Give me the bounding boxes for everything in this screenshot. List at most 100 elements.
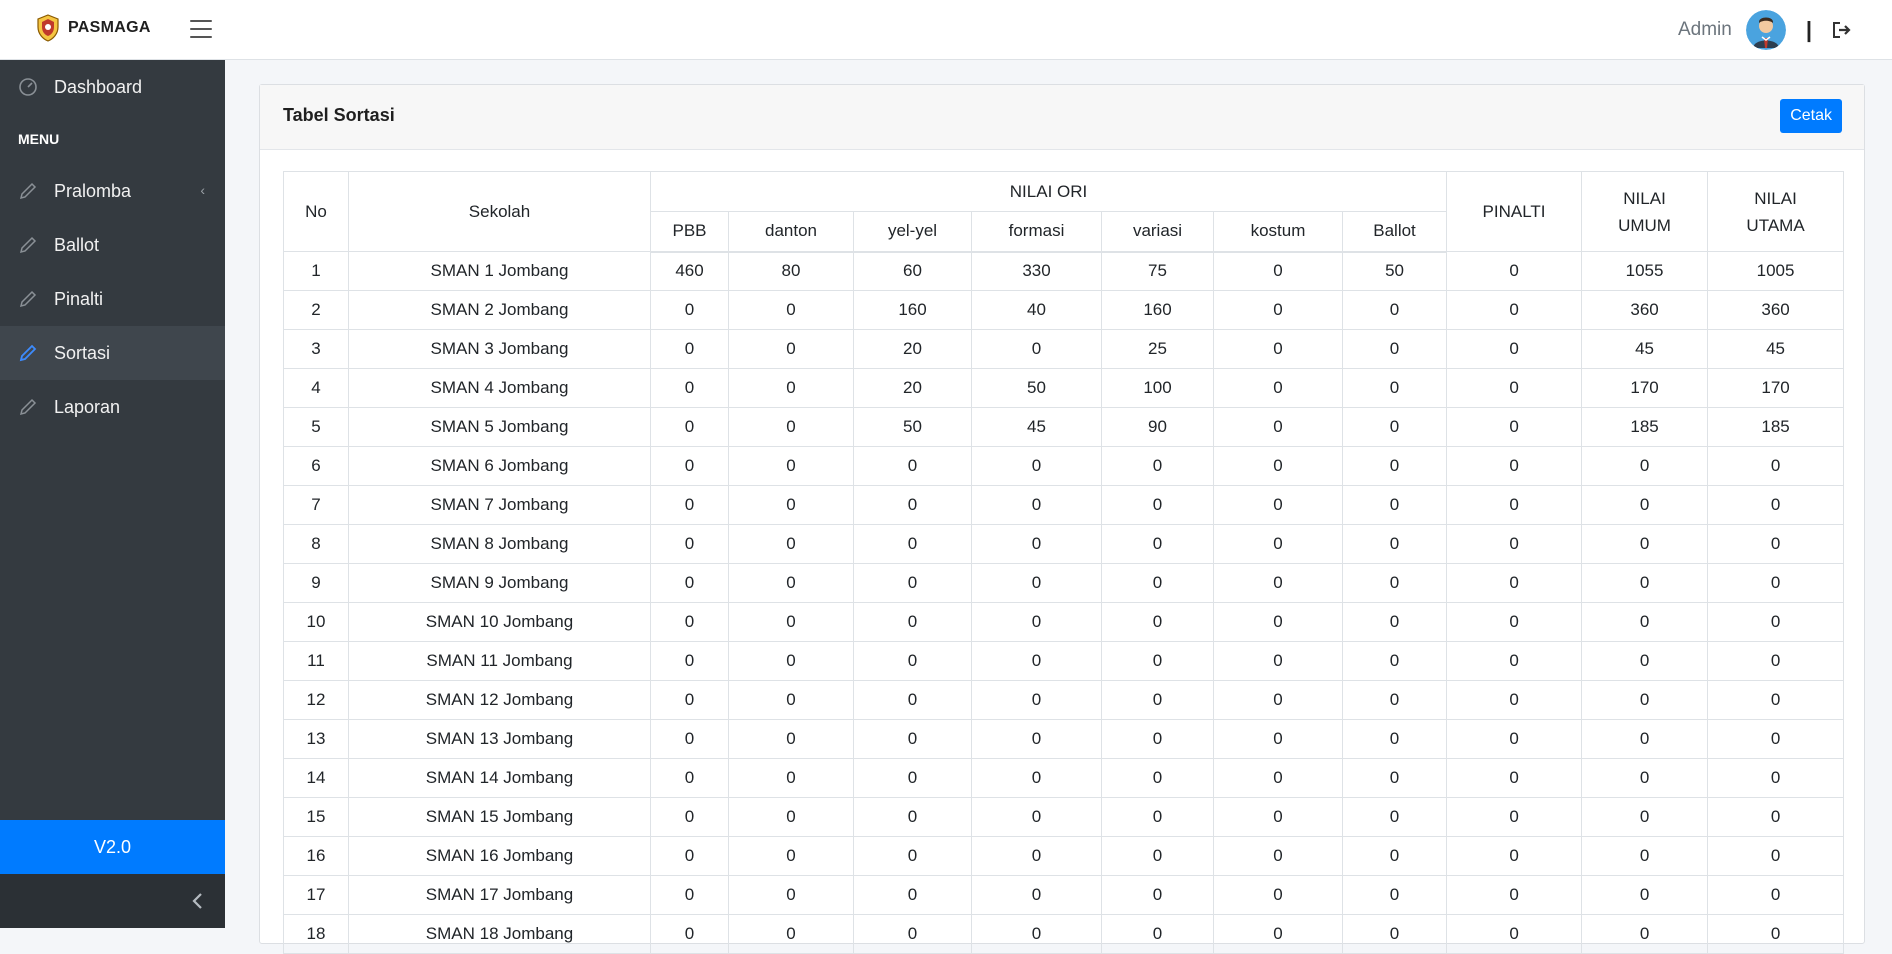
cell-variasi: 0 — [1101, 602, 1214, 642]
cell-danton: 0 — [728, 329, 854, 369]
cell-nilai-utama: 1005 — [1707, 251, 1845, 291]
cell-variasi: 0 — [1101, 914, 1214, 954]
cell-no: 12 — [283, 680, 349, 720]
cell-pbb: 0 — [650, 563, 729, 603]
avatar[interactable] — [1745, 10, 1786, 50]
cell-variasi: 0 — [1101, 875, 1214, 915]
header-kostum: kostum — [1213, 211, 1343, 253]
hamburger-menu-icon[interactable] — [190, 20, 212, 38]
cell-nilai-utama: 0 — [1707, 563, 1845, 603]
cell-pinalti: 0 — [1446, 758, 1583, 798]
cell-ballot: 0 — [1341, 563, 1448, 603]
cell-pinalti: 0 — [1446, 680, 1583, 720]
cell-pbb: 0 — [650, 368, 729, 408]
chevron-left-icon — [192, 893, 202, 909]
sidebar-item-pinalti[interactable]: Pinalti — [0, 272, 225, 326]
cell-nilai-umum: 0 — [1581, 641, 1709, 681]
cell-no: 2 — [283, 290, 349, 330]
sidebar-item-sortasi[interactable]: Sortasi — [0, 326, 225, 380]
cell-pinalti: 0 — [1446, 290, 1583, 330]
cell-kostum: 0 — [1213, 368, 1343, 408]
cell-nilai-utama: 0 — [1707, 641, 1845, 681]
cell-pbb: 0 — [650, 446, 729, 486]
logout-icon[interactable] — [1832, 21, 1852, 39]
cell-pbb: 0 — [650, 290, 729, 330]
cell-pbb: 0 — [650, 485, 729, 525]
cell-variasi: 160 — [1101, 290, 1214, 330]
table-row: 10 SMAN 10 Jombang 0 0 0 0 0 0 0 0 0 0 — [283, 602, 1845, 642]
cell-nilai-umum: 0 — [1581, 602, 1709, 642]
cell-yel-yel: 0 — [853, 524, 972, 564]
cell-ballot: 0 — [1341, 758, 1448, 798]
cell-nilai-utama: 0 — [1707, 602, 1845, 642]
cell-variasi: 0 — [1101, 563, 1214, 603]
cell-formasi: 0 — [971, 680, 1102, 720]
cell-danton: 0 — [728, 914, 854, 954]
cell-nilai-utama: 0 — [1707, 680, 1845, 720]
cell-variasi: 0 — [1101, 758, 1214, 798]
header-formasi: formasi — [971, 211, 1102, 253]
cell-nilai-utama: 0 — [1707, 836, 1845, 876]
cell-sekolah: SMAN 13 Jombang — [348, 719, 651, 759]
cell-no: 5 — [283, 407, 349, 447]
header-nilai-umum: NILAI UMUM — [1581, 171, 1709, 252]
sidebar-item-pralomba[interactable]: Pralomba ‹ — [0, 164, 225, 218]
card-title: Tabel Sortasi — [283, 105, 395, 125]
cell-yel-yel: 0 — [853, 563, 972, 603]
cell-danton: 0 — [728, 290, 854, 330]
table-row: 18 SMAN 18 Jombang 0 0 0 0 0 0 0 0 0 0 — [283, 914, 1845, 954]
cell-nilai-utama: 45 — [1707, 329, 1845, 369]
cell-pbb: 0 — [650, 602, 729, 642]
cell-kostum: 0 — [1213, 797, 1343, 837]
cell-formasi: 0 — [971, 797, 1102, 837]
cell-sekolah: SMAN 10 Jombang — [348, 602, 651, 642]
cell-variasi: 0 — [1101, 797, 1214, 837]
cell-no: 18 — [283, 914, 349, 954]
cell-pinalti: 0 — [1446, 602, 1583, 642]
cell-sekolah: SMAN 4 Jombang — [348, 368, 651, 408]
cell-pbb: 0 — [650, 680, 729, 720]
cell-formasi: 330 — [971, 251, 1102, 291]
user-avatar-icon — [1745, 10, 1786, 50]
cell-pinalti: 0 — [1446, 524, 1583, 564]
cell-pinalti: 0 — [1446, 251, 1583, 291]
cell-no: 3 — [283, 329, 349, 369]
cell-kostum: 0 — [1213, 836, 1343, 876]
cell-kostum: 0 — [1213, 602, 1343, 642]
sidebar-collapse-button[interactable] — [0, 874, 225, 928]
pasmaga-logo-icon — [37, 14, 59, 42]
print-button[interactable]: Cetak — [1780, 99, 1842, 133]
table-row: 2 SMAN 2 Jombang 0 0 160 40 160 0 0 0 360 360 — [283, 290, 1845, 330]
table-row: 7 SMAN 7 Jombang 0 0 0 0 0 0 0 0 0 0 — [283, 485, 1845, 525]
cell-formasi: 40 — [971, 290, 1102, 330]
cell-nilai-utama: 360 — [1707, 290, 1845, 330]
cell-sekolah: SMAN 17 Jombang — [348, 875, 651, 915]
sidebar-item-label: Laporan — [54, 396, 121, 417]
cell-yel-yel: 0 — [853, 758, 972, 798]
cell-nilai-utama: 0 — [1707, 758, 1845, 798]
sidebar-item-ballot[interactable]: Ballot — [0, 218, 225, 272]
cell-variasi: 0 — [1101, 524, 1214, 564]
cell-ballot: 0 — [1341, 446, 1448, 486]
cell-variasi: 0 — [1101, 485, 1214, 525]
cell-pinalti: 0 — [1446, 485, 1583, 525]
table-row: 8 SMAN 8 Jombang 0 0 0 0 0 0 0 0 0 0 — [283, 524, 1845, 564]
cell-sekolah: SMAN 11 Jombang — [348, 641, 651, 681]
cell-ballot: 0 — [1341, 680, 1448, 720]
brand[interactable]: PASMAGA — [36, 14, 151, 42]
cell-variasi: 100 — [1101, 368, 1214, 408]
user-name[interactable]: Admin — [1678, 19, 1732, 41]
sortasi-card: Tabel Sortasi Cetak No Sekolah NILAI ORI… — [259, 84, 1865, 954]
sidebar-item-dashboard[interactable]: Dashboard — [0, 60, 225, 114]
cell-nilai-utama: 170 — [1707, 368, 1845, 408]
cell-variasi: 90 — [1101, 407, 1214, 447]
chevron-left-icon: ‹ — [200, 182, 205, 198]
table-body: 1 SMAN 1 Jombang 460 80 60 330 75 0 50 0 1055 1005 2… — [283, 251, 1845, 954]
cell-nilai-umum: 0 — [1581, 875, 1709, 915]
table-row: 13 SMAN 13 Jombang 0 0 0 0 0 0 0 0 0 0 — [283, 719, 1845, 759]
cell-pinalti: 0 — [1446, 914, 1583, 954]
cell-no: 16 — [283, 836, 349, 876]
dashboard-gauge-icon — [18, 76, 40, 98]
sidebar-item-laporan[interactable]: Laporan — [0, 380, 225, 434]
cell-kostum: 0 — [1213, 485, 1343, 525]
